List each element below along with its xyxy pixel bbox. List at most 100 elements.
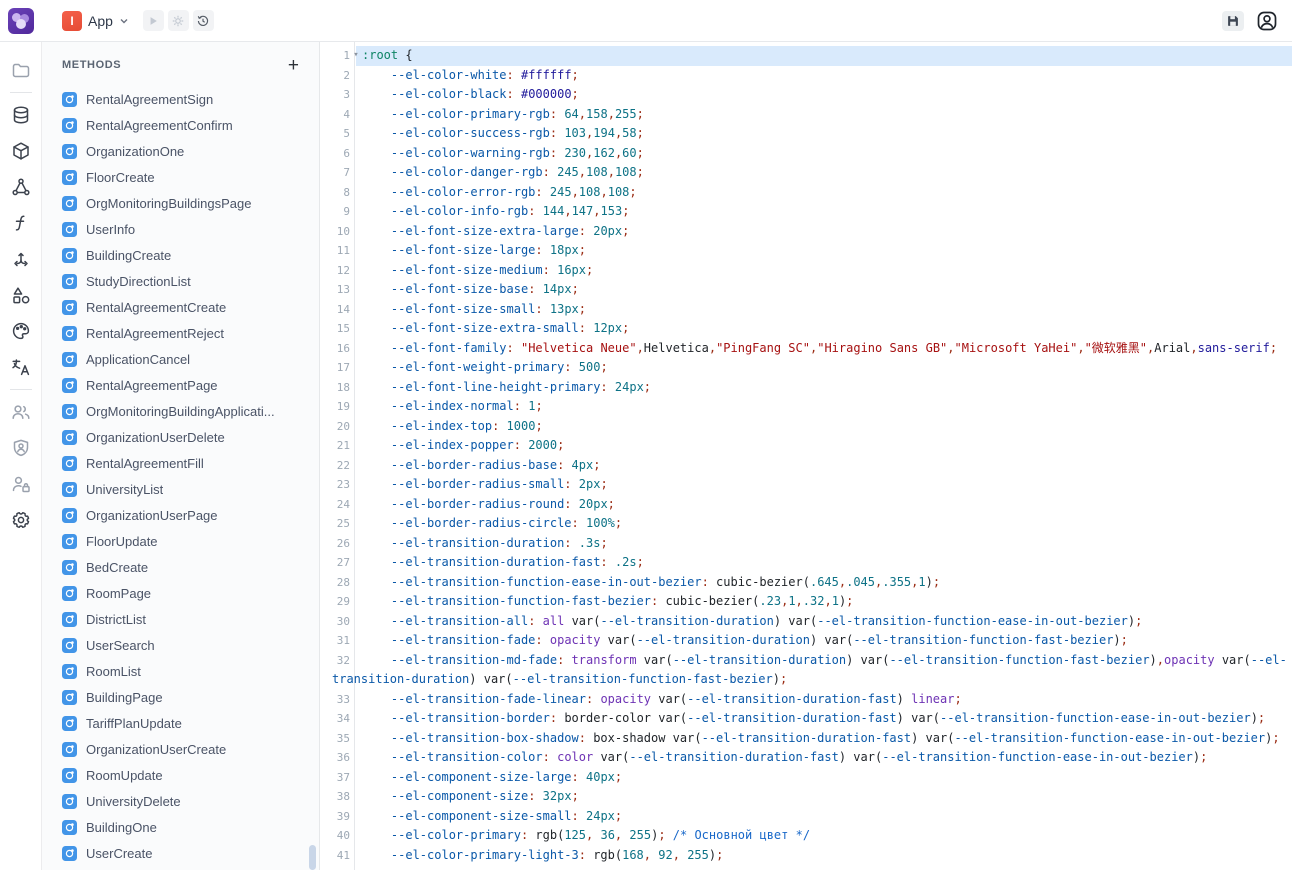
code-line[interactable]: 32 --el-transition-md-fade: transform va… (320, 651, 1292, 690)
method-item[interactable]: OrganizationUserDelete (42, 424, 319, 450)
rail-cube-button[interactable] (7, 137, 35, 165)
account-button[interactable] (1256, 10, 1278, 32)
code-line[interactable]: 23 --el-border-radius-small: 2px; (320, 475, 1292, 495)
code-line[interactable]: 4 --el-color-primary-rgb: 64,158,255; (320, 105, 1292, 125)
method-item[interactable]: FloorUpdate (42, 528, 319, 554)
play-icon (146, 14, 160, 28)
code-line[interactable]: 36 --el-transition-color: color var(--el… (320, 748, 1292, 768)
code-line[interactable]: 24 --el-border-radius-round: 20px; (320, 495, 1292, 515)
code-line[interactable]: 6 --el-color-warning-rgb: 230,162,60; (320, 144, 1292, 164)
method-item[interactable]: UniversityList (42, 476, 319, 502)
code-line[interactable]: 12 --el-font-size-medium: 16px; (320, 261, 1292, 281)
method-item[interactable]: RentalAgreementReject (42, 320, 319, 346)
code-line[interactable]: 14 --el-font-size-small: 13px; (320, 300, 1292, 320)
code-line[interactable]: 3 --el-color-black: #000000; (320, 85, 1292, 105)
method-item[interactable]: UserInfo (42, 216, 319, 242)
rail-network-button[interactable] (7, 173, 35, 201)
code-line[interactable]: 25 --el-border-radius-circle: 100%; (320, 514, 1292, 534)
code-line[interactable]: 20 --el-index-top: 1000; (320, 417, 1292, 437)
method-item[interactable]: BedCreate (42, 554, 319, 580)
method-item[interactable]: RentalAgreementSign (42, 86, 319, 112)
method-item[interactable]: BuildingPage (42, 684, 319, 710)
insomnia-logo[interactable] (8, 8, 34, 34)
code-line[interactable]: 10 --el-font-size-extra-large: 20px; (320, 222, 1292, 242)
code-line[interactable]: 31 --el-transition-fade: opacity var(--e… (320, 631, 1292, 651)
method-item[interactable]: ApplicationCancel (42, 346, 319, 372)
method-item[interactable]: OrgMonitoringBuildingsPage (42, 190, 319, 216)
method-item[interactable]: OrganizationUserCreate (42, 736, 319, 762)
code-line[interactable]: 18 --el-font-line-height-primary: 24px; (320, 378, 1292, 398)
code-line[interactable]: 13 --el-font-size-base: 14px; (320, 280, 1292, 300)
code-line[interactable]: 26 --el-transition-duration: .3s; (320, 534, 1292, 554)
request-icon (62, 404, 77, 419)
rail-folder-button[interactable] (7, 56, 35, 84)
debug-button[interactable] (168, 10, 189, 31)
sidebar-scrollbar-thumb[interactable] (309, 845, 316, 870)
code-line[interactable]: 29 --el-transition-function-fast-bezier:… (320, 592, 1292, 612)
method-item[interactable]: OrgMonitoringBuildingApplicati... (42, 398, 319, 424)
code-line[interactable]: 8 --el-color-error-rgb: 245,108,108; (320, 183, 1292, 203)
line-text: --el-font-weight-primary: 500; (332, 358, 1292, 378)
rail-palette-button[interactable] (7, 317, 35, 345)
code-line[interactable]: 11 --el-font-size-large: 18px; (320, 241, 1292, 261)
code-line[interactable]: 30 --el-transition-all: all var(--el-tra… (320, 612, 1292, 632)
method-name: RoomList (86, 664, 141, 679)
line-text: --el-color-black: #000000; (332, 85, 1292, 105)
code-line[interactable]: 37 --el-component-size-large: 40px; (320, 768, 1292, 788)
rail-shield-user-button[interactable] (7, 434, 35, 462)
add-method-button[interactable]: + (286, 56, 301, 75)
method-item[interactable]: DistrictList (42, 606, 319, 632)
code-line[interactable]: 5 --el-color-success-rgb: 103,194,58; (320, 124, 1292, 144)
method-item[interactable]: RoomPage (42, 580, 319, 606)
rail-translate-button[interactable] (7, 353, 35, 381)
method-item[interactable]: TariffPlanUpdate (42, 710, 319, 736)
rail-shapes-button[interactable] (7, 281, 35, 309)
method-item[interactable]: RentalAgreementFill (42, 450, 319, 476)
code-editor[interactable]: 1▾:root {2 --el-color-white: #ffffff;3 -… (320, 42, 1292, 870)
code-line[interactable]: 34 --el-transition-border: border-color … (320, 709, 1292, 729)
method-item[interactable]: OrganizationUserPage (42, 502, 319, 528)
code-line[interactable]: 41 --el-color-primary-light-3: rgb(168, … (320, 846, 1292, 866)
code-line[interactable]: 9 --el-color-info-rgb: 144,147,153; (320, 202, 1292, 222)
method-item[interactable]: UniversityDelete (42, 788, 319, 814)
code-line[interactable]: 35 --el-transition-box-shadow: box-shado… (320, 729, 1292, 749)
code-line[interactable]: 40 --el-color-primary: rgb(125, 36, 255)… (320, 826, 1292, 846)
method-item[interactable]: RentalAgreementCreate (42, 294, 319, 320)
save-button[interactable] (1222, 11, 1244, 31)
code-line[interactable]: 27 --el-transition-duration-fast: .2s; (320, 553, 1292, 573)
run-button[interactable] (143, 10, 164, 31)
rail-function-button[interactable] (7, 209, 35, 237)
code-line[interactable]: 15 --el-font-size-extra-small: 12px; (320, 319, 1292, 339)
code-line[interactable]: 19 --el-index-normal: 1; (320, 397, 1292, 417)
code-line[interactable]: 16 --el-font-family: "Helvetica Neue",He… (320, 339, 1292, 359)
method-item[interactable]: UserSearch (42, 632, 319, 658)
rail-share-button[interactable] (7, 245, 35, 273)
method-item[interactable]: BuildingOne (42, 814, 319, 840)
rail-user-lock-button[interactable] (7, 470, 35, 498)
method-item[interactable]: BuildingCreate (42, 242, 319, 268)
rail-settings-button[interactable] (7, 506, 35, 534)
method-item[interactable]: OrganizationOne (42, 138, 319, 164)
method-item[interactable]: RentalAgreementCancel (42, 866, 319, 870)
code-line[interactable]: 7 --el-color-danger-rgb: 245,108,108; (320, 163, 1292, 183)
method-item[interactable]: RentalAgreementConfirm (42, 112, 319, 138)
code-line[interactable]: 39 --el-component-size-small: 24px; (320, 807, 1292, 827)
history-button[interactable] (193, 10, 214, 31)
method-item[interactable]: RoomUpdate (42, 762, 319, 788)
code-line[interactable]: 21 --el-index-popper: 2000; (320, 436, 1292, 456)
method-item[interactable]: FloorCreate (42, 164, 319, 190)
code-line[interactable]: 38 --el-component-size: 32px; (320, 787, 1292, 807)
workspace-switcher[interactable]: I App (62, 11, 129, 31)
code-line[interactable]: 1▾:root { (320, 46, 1292, 66)
code-line[interactable]: 22 --el-border-radius-base: 4px; (320, 456, 1292, 476)
rail-users-button[interactable] (7, 398, 35, 426)
rail-database-button[interactable] (7, 101, 35, 129)
method-item[interactable]: RoomList (42, 658, 319, 684)
method-item[interactable]: RentalAgreementPage (42, 372, 319, 398)
code-line[interactable]: 17 --el-font-weight-primary: 500; (320, 358, 1292, 378)
code-line[interactable]: 2 --el-color-white: #ffffff; (320, 66, 1292, 86)
code-line[interactable]: 28 --el-transition-function-ease-in-out-… (320, 573, 1292, 593)
code-line[interactable]: 33 --el-transition-fade-linear: opacity … (320, 690, 1292, 710)
method-item[interactable]: UserCreate (42, 840, 319, 866)
method-item[interactable]: StudyDirectionList (42, 268, 319, 294)
